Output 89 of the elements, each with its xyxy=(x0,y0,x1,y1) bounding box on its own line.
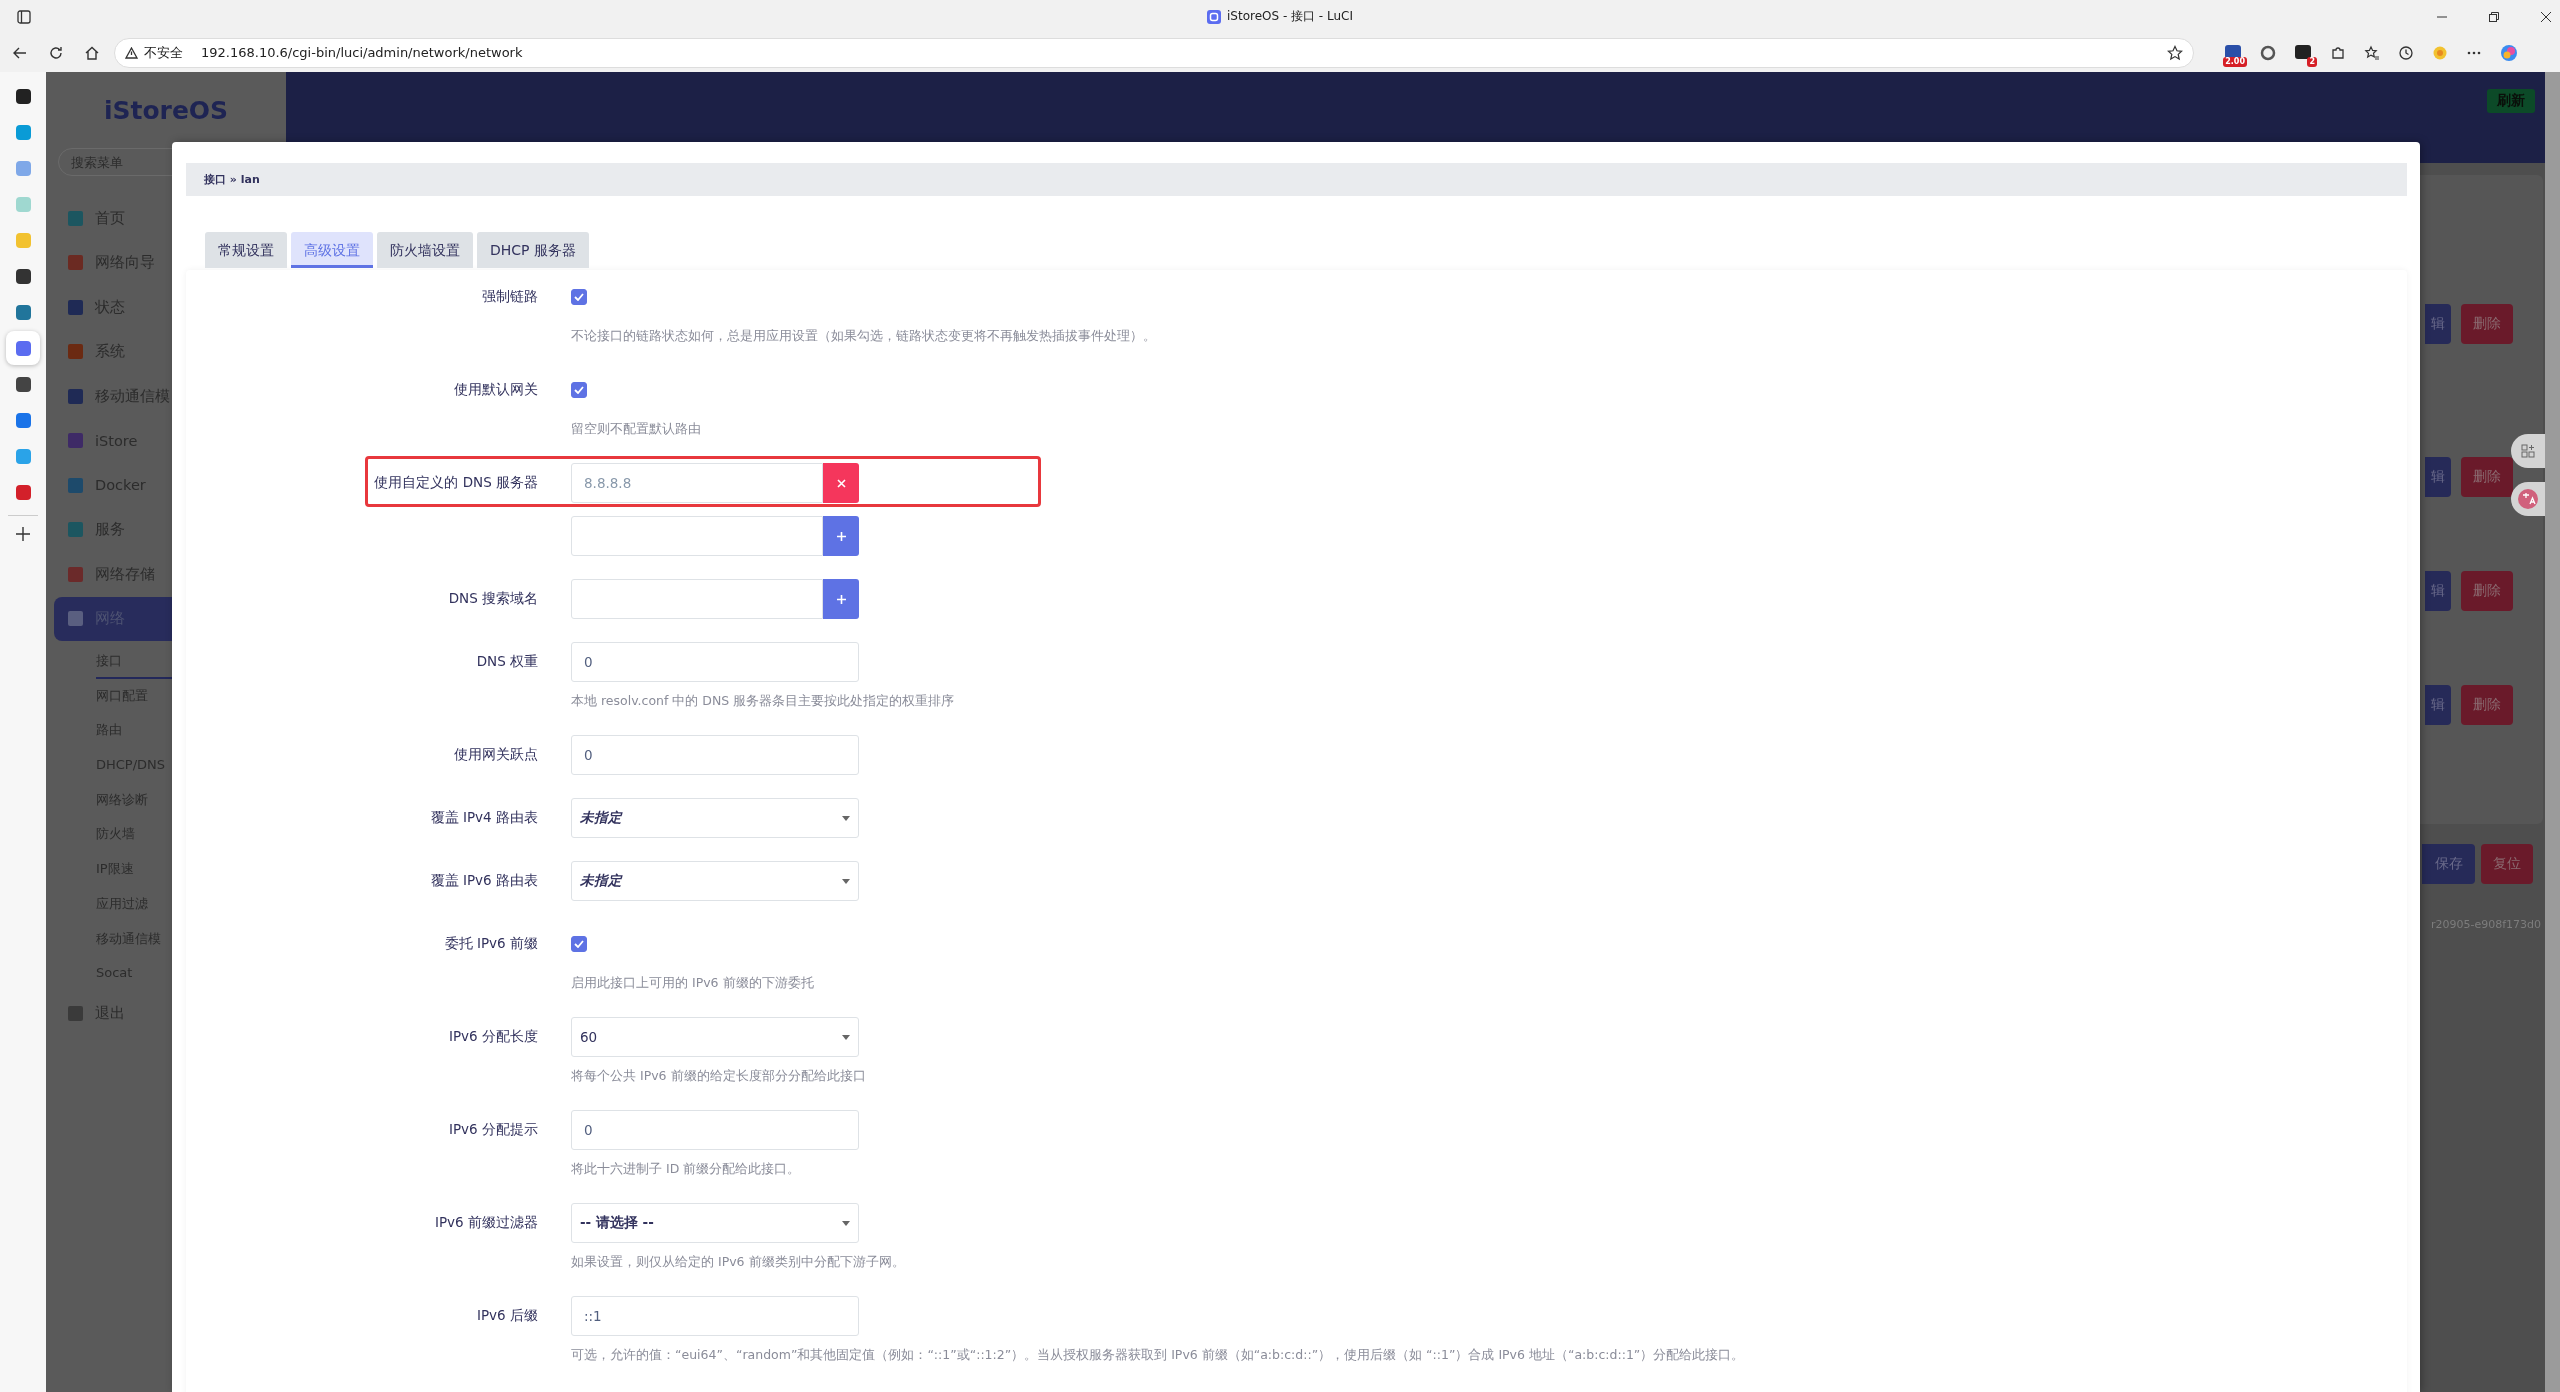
field-description: 可选，允许的值：“eui64”、“random”和其他固定值（例如：“::1”或“::1:2”）。当从授权服务器获取到 IPv6 前缀（如“a:b:c:d::”），使用后缀（如 “::1”）合成 IPv6 地址（“a:b:c:d::1”）分配给此接口。 xyxy=(571,1346,1746,1364)
tab[interactable]: DHCP 服务器 xyxy=(477,232,589,268)
refresh-icon[interactable] xyxy=(48,44,64,61)
delete-button[interactable]: 删除 xyxy=(2461,457,2513,497)
field-label: 使用网关跃点 xyxy=(454,746,538,764)
checkmark-icon xyxy=(574,940,584,948)
checkbox[interactable] xyxy=(571,382,587,398)
grid-icon xyxy=(2521,444,2535,458)
edit-button[interactable]: 辑 xyxy=(2425,571,2451,611)
delete-button[interactable]: 删除 xyxy=(2461,571,2513,611)
tab[interactable]: 常规设置 xyxy=(205,232,287,268)
input-field[interactable] xyxy=(571,579,823,619)
input-field[interactable]: 0 xyxy=(571,735,859,775)
dropdown[interactable]: 60 xyxy=(571,1017,859,1057)
field-description: 将每个公共 IPv6 前缀的给定长度部分分配给此接口 xyxy=(571,1067,867,1085)
delete-button[interactable]: 删除 xyxy=(2461,685,2513,725)
close-icon[interactable] xyxy=(2540,10,2552,23)
reset-button[interactable]: 复位 xyxy=(2481,844,2533,884)
field-label: 使用默认网关 xyxy=(454,381,538,399)
dropdown[interactable]: 未指定 xyxy=(571,798,859,838)
plus-icon xyxy=(836,531,846,541)
workspaces-icon[interactable] xyxy=(17,9,31,24)
field-label: IPv6 前缀过滤器 xyxy=(435,1214,538,1232)
field-description: 本地 resolv.conf 中的 DNS 服务器条目主要按此处指定的权重排序 xyxy=(571,692,956,710)
input-field[interactable]: 0 xyxy=(571,1110,859,1150)
window-title: iStoreOS - 接口 - LuCI xyxy=(1227,8,1353,25)
breadcrumb-text[interactable]: 接口 » lan xyxy=(204,172,260,187)
save-button[interactable]: 保存 xyxy=(2422,844,2475,884)
edit-button[interactable]: 辑 xyxy=(2425,685,2451,725)
security-label[interactable]: 不安全 xyxy=(144,43,183,62)
field-description: 启用此接口上可用的 IPv6 前缀的下游委托 xyxy=(571,974,815,992)
favicon-icon xyxy=(1207,9,1221,24)
tab[interactable]: 高级设置 xyxy=(291,232,373,268)
home-icon[interactable] xyxy=(84,44,100,61)
field-label: 覆盖 IPv6 路由表 xyxy=(430,872,538,890)
translate-button[interactable] xyxy=(2511,482,2545,516)
field-label: IPv6 分配长度 xyxy=(449,1028,538,1046)
scrollbar[interactable] xyxy=(2545,72,2560,1392)
checkbox[interactable] xyxy=(571,289,587,305)
field-label: 强制链路 xyxy=(482,288,538,306)
refresh-button[interactable]: 刷新 xyxy=(2487,89,2535,113)
badge: 2 xyxy=(2307,56,2317,67)
field-label: IPv6 分配提示 xyxy=(449,1121,538,1139)
dropdown-arrow-icon xyxy=(842,1220,850,1226)
address-bar[interactable]: 不安全 192.168.10.6/cgi-bin/luci/admin/network/network xyxy=(114,37,2194,68)
history-icon[interactable] xyxy=(2398,44,2414,61)
input-field[interactable]: 0 xyxy=(571,642,859,682)
close-icon xyxy=(836,478,846,488)
field-label: 委托 IPv6 前缀 xyxy=(444,935,538,953)
delete-button[interactable]: 删除 xyxy=(2461,304,2513,344)
copilot-icon[interactable] xyxy=(2500,43,2518,62)
field-description: 如果设置，则仅从给定的 IPv6 前缀类别中分配下游子网。 xyxy=(571,1253,906,1271)
badge: 2.00 xyxy=(2223,56,2247,67)
field-description: 留空则不配置默认路由 xyxy=(571,420,702,438)
extension-icon[interactable] xyxy=(2295,44,2311,59)
dropdown-arrow-icon xyxy=(842,878,850,884)
checkbox[interactable] xyxy=(571,936,587,952)
field-label: 覆盖 IPv4 路由表 xyxy=(430,809,538,827)
extension-icon[interactable] xyxy=(2225,44,2241,59)
field-description: 不论接口的链路状态如何，总是用应用设置（如果勾选，链路状态变更将不再触发热插拔事件处理）。 xyxy=(571,327,1157,345)
warning-icon xyxy=(125,46,138,59)
translate-icon xyxy=(2518,489,2538,509)
restore-icon[interactable] xyxy=(2488,10,2500,23)
edit-button[interactable]: 辑 xyxy=(2425,457,2451,497)
logo: iStoreOS xyxy=(102,96,230,127)
apps-button[interactable] xyxy=(2511,434,2545,468)
field-description: 将此十六进制子 ID 前缀分配给此接口。 xyxy=(571,1160,802,1178)
field-label: DNS 权重 xyxy=(476,653,538,671)
favorites-icon[interactable] xyxy=(2364,44,2380,61)
input-field[interactable]: 8.8.8.8 xyxy=(571,463,823,503)
tab[interactable]: 防火墙设置 xyxy=(377,232,473,268)
dropdown[interactable]: 未指定 xyxy=(571,861,859,901)
field-label: 使用自定义的 DNS 服务器 xyxy=(374,474,538,492)
dropdown-arrow-icon xyxy=(842,815,850,821)
circle-icon[interactable] xyxy=(2260,44,2276,61)
input-field[interactable] xyxy=(571,516,823,556)
checkmark-icon xyxy=(574,293,584,301)
input-field[interactable]: ::1 xyxy=(571,1296,859,1336)
checkmark-icon xyxy=(574,386,584,394)
field-label: DNS 搜索域名 xyxy=(448,590,538,608)
url-text: 192.168.10.6/cgi-bin/luci/admin/network/network xyxy=(201,45,523,60)
plus-icon[interactable] xyxy=(15,526,31,542)
star-icon[interactable] xyxy=(2167,44,2183,61)
edit-button[interactable]: 辑 xyxy=(2425,304,2451,344)
dropdown-arrow-icon xyxy=(842,1034,850,1040)
field-label: IPv6 后缀 xyxy=(477,1307,538,1325)
dropdown[interactable]: -- 请选择 -- xyxy=(571,1203,859,1243)
puzzle-icon[interactable] xyxy=(2330,44,2346,61)
plus-icon xyxy=(836,594,846,604)
